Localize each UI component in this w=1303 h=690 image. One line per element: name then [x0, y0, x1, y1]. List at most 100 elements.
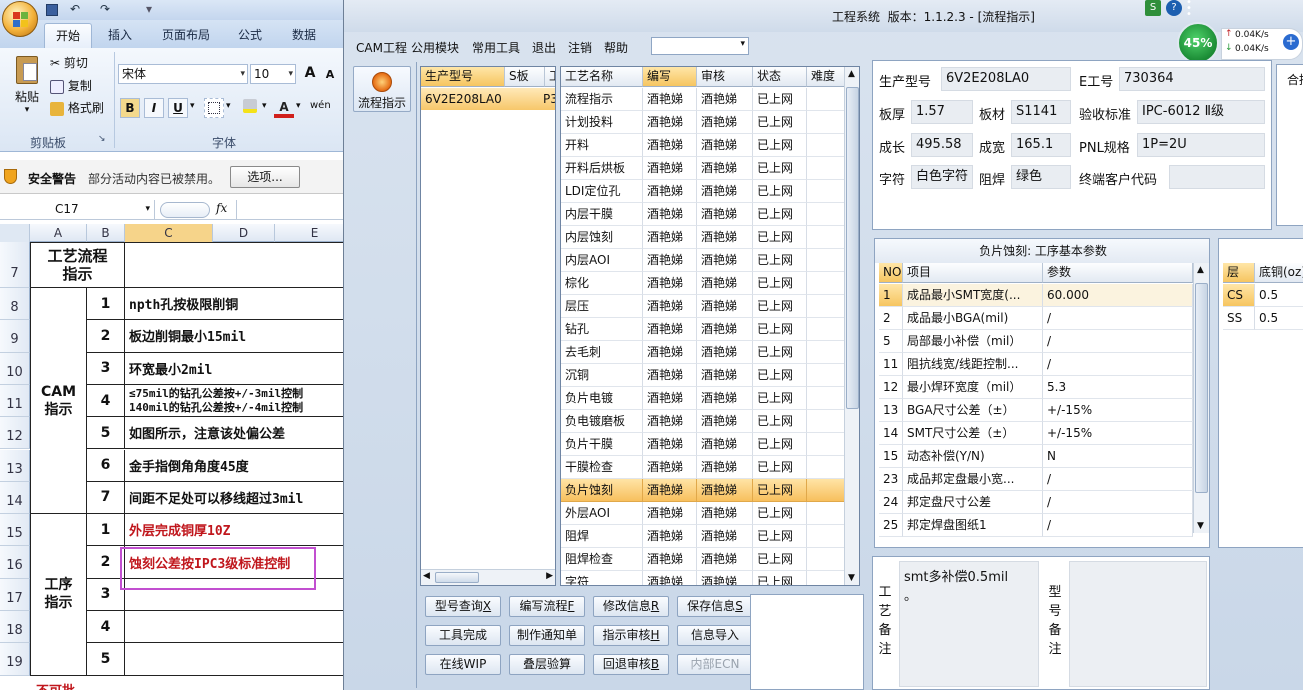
instruction-cell[interactable]: 环宽最小2mil: [125, 353, 345, 385]
menu-cam[interactable]: CAM工程: [356, 39, 407, 56]
process-row[interactable]: 开料后烘板 酒艳娣 酒艳娣 已上网: [561, 157, 845, 180]
action-button[interactable]: 回退审核B: [593, 654, 669, 675]
process-row[interactable]: 钻孔 酒艳娣 酒艳娣 已上网: [561, 318, 845, 341]
process-remark-input[interactable]: smt多补偿0.5mil 。: [899, 561, 1039, 687]
column-header-e[interactable]: E: [275, 224, 345, 242]
process-row[interactable]: 负片电镀 酒艳娣 酒艳娣 已上网: [561, 387, 845, 410]
process-row[interactable]: 开料 酒艳娣 酒艳娣 已上网: [561, 134, 845, 157]
borders-button[interactable]: [204, 98, 224, 118]
menu-combo-select[interactable]: ▾: [651, 37, 749, 55]
column-header-b[interactable]: B: [87, 224, 125, 242]
instruction-cell[interactable]: 外层完成铜厚10Z: [125, 514, 345, 547]
formula-bar-handle[interactable]: [160, 202, 210, 218]
underline-button[interactable]: U: [168, 98, 188, 118]
hscroll-thumb[interactable]: [435, 572, 479, 583]
step-number-cell[interactable]: 6: [87, 449, 125, 482]
step-number-cell[interactable]: 4: [87, 384, 125, 418]
action-button[interactable]: 信息导入: [677, 625, 753, 646]
row-header[interactable]: 17: [0, 578, 30, 611]
layer-header-layer[interactable]: 层: [1223, 263, 1255, 283]
step-number-cell[interactable]: 4: [87, 611, 125, 644]
model-field[interactable]: 6V2E208LA0: [941, 67, 1071, 91]
process-row[interactable]: 阻焊检查 酒艳娣 酒艳娣 已上网: [561, 548, 845, 571]
tab-data[interactable]: 数据: [292, 26, 316, 43]
param-vscroll-thumb[interactable]: [1195, 283, 1208, 493]
borders-dropdown-icon[interactable]: ▾: [226, 101, 231, 111]
process-header-reviewer[interactable]: 审核: [697, 67, 753, 87]
param-header-value[interactable]: 参数: [1043, 263, 1193, 283]
width-field[interactable]: 165.1: [1011, 133, 1071, 157]
menu-logout[interactable]: 注销: [568, 39, 592, 56]
action-button[interactable]: 指示审核H: [593, 625, 669, 646]
row-header[interactable]: 15: [0, 514, 30, 547]
security-options-button[interactable]: 选项...: [230, 166, 300, 188]
eno-field[interactable]: 730364: [1119, 67, 1265, 91]
menu-tools[interactable]: 常用工具: [472, 39, 520, 56]
step-number-cell[interactable]: 2: [87, 320, 125, 353]
process-row[interactable]: 阻焊 酒艳娣 酒艳娣 已上网: [561, 525, 845, 548]
fill-dropdown-icon[interactable]: ▾: [262, 101, 267, 111]
process-row[interactable]: 层压 酒艳娣 酒艳娣 已上网: [561, 295, 845, 318]
process-header-status[interactable]: 状态: [753, 67, 807, 87]
process-header-author[interactable]: 编写: [643, 67, 697, 87]
instruction-cell[interactable]: npth孔按极限削铜: [125, 288, 345, 321]
instruction-cell[interactable]: [125, 611, 345, 644]
redo-icon[interactable]: ↷: [100, 2, 110, 17]
standard-field[interactable]: IPC-6012 Ⅱ级: [1137, 100, 1265, 124]
action-button[interactable]: 修改信息R: [593, 596, 669, 617]
spreadsheet-tray-icon[interactable]: S: [1145, 0, 1161, 16]
row-header[interactable]: 7: [0, 242, 30, 288]
underline-dropdown-icon[interactable]: ▾: [190, 101, 195, 111]
process-row[interactable]: 沉铜 酒艳娣 酒艳娣 已上网: [561, 364, 845, 387]
process-row[interactable]: 字符 酒艳娣 酒艳娣 已上网: [561, 571, 845, 585]
action-button[interactable]: 型号查询X: [425, 596, 501, 617]
param-row[interactable]: 25 邦定焊盘图纸1/: [879, 514, 1193, 537]
row-header[interactable]: 10: [0, 352, 30, 385]
model-header-model[interactable]: 生产型号: [421, 67, 505, 87]
step-number-cell[interactable]: 2: [87, 546, 125, 579]
process-header-name[interactable]: 工艺名称: [561, 67, 643, 87]
process-grid-vscroll[interactable]: ▲ ▼: [844, 67, 859, 585]
process-row[interactable]: 外层AOI 酒艳娣 酒艳娣 已上网: [561, 502, 845, 525]
instruction-cell[interactable]: 间距不足处可以移线超过3mil: [125, 482, 345, 515]
step-number-cell[interactable]: 1: [87, 514, 125, 547]
instruction-cell[interactable]: [125, 579, 345, 611]
office-button[interactable]: [2, 1, 38, 37]
select-all-corner[interactable]: [0, 224, 30, 242]
action-button[interactable]: 叠层验算: [509, 654, 585, 675]
action-button[interactable]: 保存信息S: [677, 596, 753, 617]
action-button[interactable]: 工具完成: [425, 625, 501, 646]
shrink-font-button[interactable]: A: [320, 66, 340, 86]
cam-instruction-label[interactable]: CAM 指示: [30, 288, 87, 515]
italic-button[interactable]: I: [144, 98, 164, 118]
mask-field[interactable]: 绿色: [1011, 165, 1071, 189]
tab-insert[interactable]: 插入: [108, 26, 132, 43]
customer-field[interactable]: [1169, 165, 1265, 189]
process-flow-header-cell[interactable]: 工艺流程 指示: [30, 242, 125, 288]
row-header[interactable]: 16: [0, 546, 30, 579]
format-painter-button[interactable]: 格式刷: [50, 99, 104, 116]
row-header[interactable]: 19: [0, 643, 30, 676]
process-row[interactable]: 内层AOI 酒艳娣 酒艳娣 已上网: [561, 249, 845, 272]
param-row[interactable]: 11 阻抗线宽/线距控制... /: [879, 353, 1193, 376]
param-row[interactable]: 5 局部最小补偿（mil） /: [879, 330, 1193, 353]
instruction-cell[interactable]: [125, 643, 345, 676]
row-header[interactable]: 14: [0, 481, 30, 515]
action-button[interactable]: 制作通知单: [509, 625, 585, 646]
process-row[interactable]: 负电镀磨板 酒艳娣 酒艳娣 已上网: [561, 410, 845, 433]
font-color-button[interactable]: A: [274, 98, 294, 118]
step-number-cell[interactable]: 7: [87, 481, 125, 515]
clipboard-launcher-icon[interactable]: ↘: [98, 134, 106, 144]
layer-row[interactable]: CS 0.5: [1223, 284, 1303, 307]
step-number-cell[interactable]: 3: [87, 578, 125, 611]
font-name-select[interactable]: 宋体 ▾: [118, 64, 248, 84]
material-field[interactable]: S1141: [1011, 100, 1071, 124]
process-row[interactable]: LDI定位孔 酒艳娣 酒艳娣 已上网: [561, 180, 845, 203]
process-row[interactable]: 内层蚀刻 酒艳娣 酒艳娣 已上网: [561, 226, 845, 249]
param-vscroll[interactable]: ▲ ▼: [1193, 263, 1209, 533]
action-button[interactable]: 在线WIP: [425, 654, 501, 675]
length-field[interactable]: 495.58: [911, 133, 973, 157]
scroll-down-icon[interactable]: ▼: [1197, 521, 1204, 531]
scroll-down-icon[interactable]: ▼: [848, 573, 855, 583]
tab-home[interactable]: 开始: [44, 23, 92, 49]
